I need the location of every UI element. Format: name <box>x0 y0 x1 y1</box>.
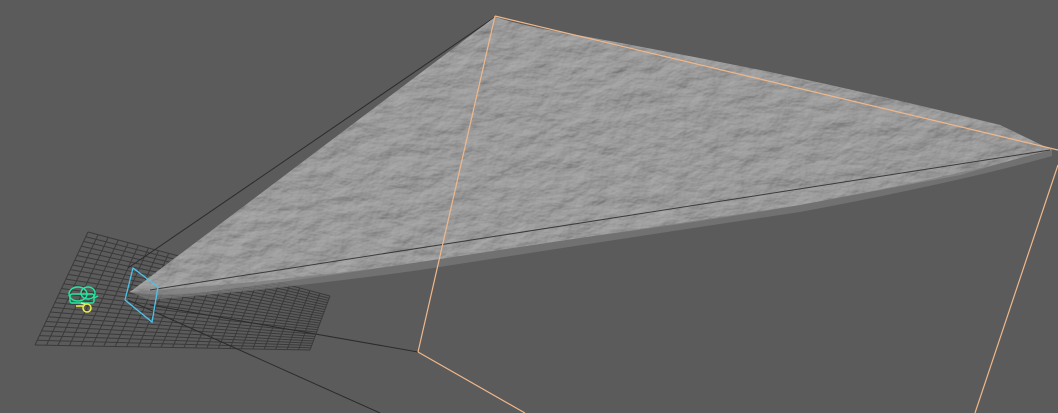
grid-line <box>34 344 311 351</box>
3d-viewport[interactable] <box>0 0 1058 413</box>
terrain-surface[interactable] <box>130 17 1052 300</box>
scene-canvas[interactable] <box>0 0 1058 413</box>
